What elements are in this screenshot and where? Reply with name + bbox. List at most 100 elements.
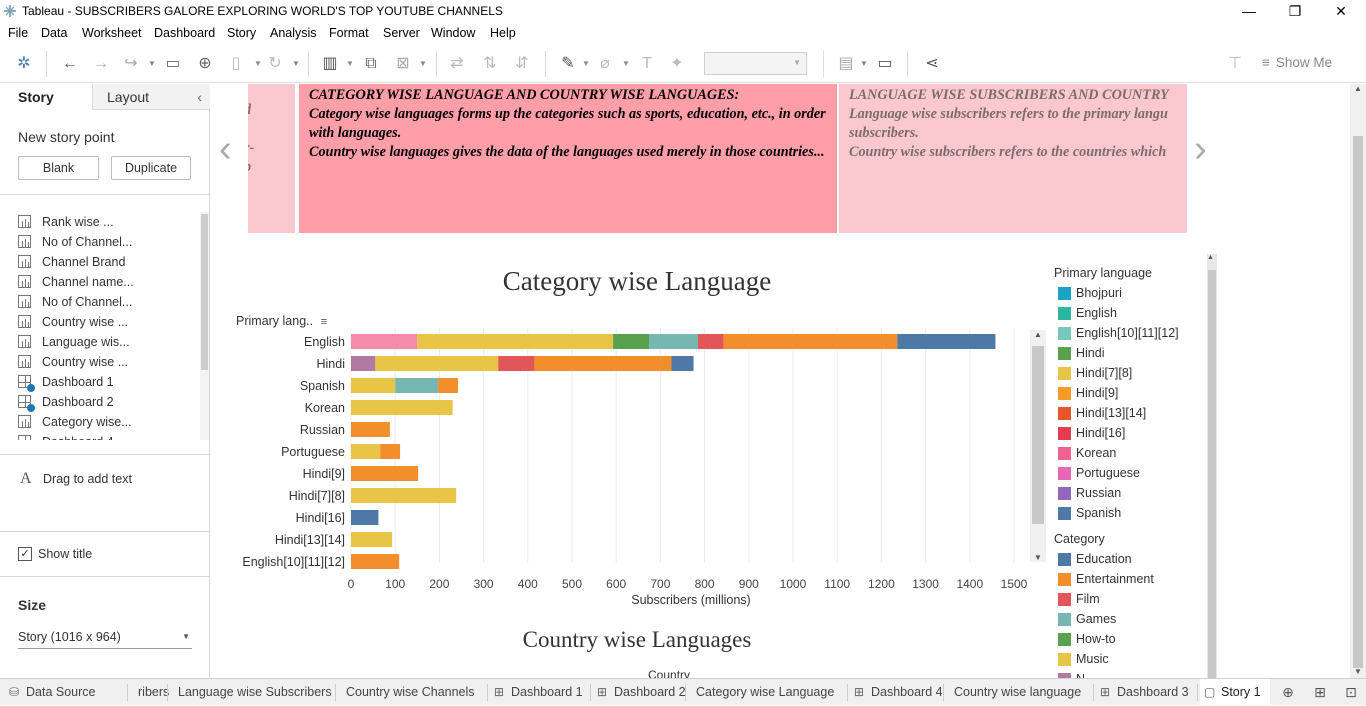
sheet-item[interactable]: Dashboard 4 bbox=[18, 432, 198, 440]
sheet-list-scrollbar[interactable] bbox=[200, 212, 209, 440]
sheet-tab[interactable]: Category wise Language bbox=[688, 679, 841, 706]
duplicate-sheet-icon[interactable]: ⧉ bbox=[361, 54, 381, 74]
sort-descending-icon[interactable]: ⇵ bbox=[512, 54, 532, 74]
duplicate-button[interactable]: Duplicate bbox=[111, 156, 191, 180]
pause-dropdown-icon[interactable]: ▼ bbox=[254, 54, 262, 74]
sheet-item[interactable]: No of Channel... bbox=[18, 292, 198, 312]
legend-scroll-up-icon[interactable]: ▲ bbox=[1207, 254, 1214, 261]
show-mark-labels-icon[interactable]: T bbox=[637, 54, 657, 74]
sheet-item[interactable]: Country wise ... bbox=[18, 312, 198, 332]
group-members-icon[interactable]: ⌀ bbox=[595, 54, 615, 74]
new-data-source-icon[interactable]: ⊕ bbox=[195, 54, 215, 74]
undo-icon[interactable]: ← bbox=[60, 54, 80, 74]
redo-icon[interactable]: → bbox=[91, 54, 111, 74]
size-select[interactable]: Story (1016 x 964) ▼ bbox=[18, 627, 192, 649]
restore-button[interactable]: ❐ bbox=[1272, 0, 1318, 23]
sheet-item[interactable]: Language wis... bbox=[18, 332, 198, 352]
refresh-icon[interactable]: ↻ bbox=[265, 54, 285, 74]
tableau-logo-icon bbox=[4, 5, 16, 17]
replay-icon[interactable]: ↪ bbox=[121, 54, 141, 74]
show-me-button[interactable]: ≡ Show Me bbox=[1262, 55, 1332, 75]
page-vertical-scrollbar[interactable]: ▲ ▼ bbox=[1350, 84, 1366, 678]
blank-button[interactable]: Blank bbox=[18, 156, 99, 180]
legend-label: Hindi[16] bbox=[1076, 426, 1126, 440]
sheet-tab[interactable]: ⊞ Dashboard 2 bbox=[593, 679, 686, 706]
legend-swatch bbox=[1058, 307, 1071, 320]
swap-rows-columns-icon[interactable]: ⇄ bbox=[447, 54, 467, 74]
clear-dropdown-icon[interactable]: ▼ bbox=[419, 54, 427, 74]
legend-label: Education bbox=[1076, 552, 1132, 566]
tab-layout[interactable]: Layout ‹ bbox=[92, 84, 210, 110]
scroll-thumb[interactable] bbox=[201, 214, 208, 370]
sheet-tab[interactable]: ⛁ Data Source bbox=[5, 679, 120, 706]
sheet-item[interactable]: Channel Brand bbox=[18, 252, 198, 272]
sheet-item[interactable]: Dashboard 2 bbox=[18, 392, 198, 412]
new-worksheet-tab-icon[interactable]: ⊕ bbox=[1279, 683, 1297, 701]
pause-updates-icon[interactable]: ▯ bbox=[226, 54, 246, 74]
show-cards-icon[interactable]: ▤ bbox=[836, 54, 856, 74]
clear-sheet-icon[interactable]: ⊠ bbox=[393, 54, 413, 74]
replay-dropdown-icon[interactable]: ▼ bbox=[148, 54, 156, 74]
menu-story[interactable]: Story bbox=[227, 26, 256, 40]
sheet-item[interactable]: Rank wise ... bbox=[18, 212, 198, 232]
highlight-dropdown-icon[interactable]: ▼ bbox=[582, 54, 590, 74]
save-icon[interactable]: ▭ bbox=[163, 54, 183, 74]
toolbar-separator bbox=[823, 51, 824, 77]
sheet-tab[interactable]: Country wise Channels bbox=[338, 679, 481, 706]
toolbar-separator bbox=[46, 51, 47, 77]
menu-server[interactable]: Server bbox=[383, 26, 420, 40]
sheet-tab[interactable]: Country wise language bbox=[946, 679, 1091, 706]
menu-dashboard[interactable]: Dashboard bbox=[154, 26, 215, 40]
sheet-tab[interactable]: ⊞ Dashboard 3 bbox=[1096, 679, 1193, 706]
share-icon[interactable]: ⋖ bbox=[922, 54, 942, 74]
menu-data[interactable]: Data bbox=[41, 26, 67, 40]
menu-help[interactable]: Help bbox=[490, 26, 516, 40]
format-painter-icon[interactable]: ⊤ bbox=[1225, 54, 1245, 74]
legend-scrollbar[interactable]: ▲ bbox=[1207, 254, 1217, 678]
new-dashboard-tab-icon[interactable]: ⊞ bbox=[1311, 683, 1329, 701]
sheet-tab[interactable]: ⊞ Dashboard 4 bbox=[850, 679, 943, 706]
toolbar-separator bbox=[545, 51, 546, 77]
sheet-tab[interactable]: ribers bbox=[130, 679, 170, 706]
sheet-tab[interactable]: Language wise Subscribers bbox=[170, 679, 332, 706]
new-worksheet-dropdown-icon[interactable]: ▼ bbox=[346, 54, 354, 74]
legend-scroll-thumb[interactable] bbox=[1208, 270, 1216, 678]
menu-file[interactable]: File bbox=[8, 26, 28, 40]
menu-format[interactable]: Format bbox=[329, 26, 369, 40]
drag-to-add-text[interactable]: Drag to add text bbox=[43, 472, 132, 486]
sheet-item[interactable]: No of Channel... bbox=[18, 232, 198, 252]
minimize-button[interactable]: — bbox=[1226, 0, 1272, 23]
page-scroll-up-icon[interactable]: ▲ bbox=[1350, 84, 1366, 93]
tableau-home-icon[interactable]: ✲ bbox=[14, 54, 34, 74]
sort-ascending-icon[interactable]: ⇅ bbox=[480, 54, 500, 74]
menu-worksheet[interactable]: Worksheet bbox=[82, 26, 142, 40]
dashboard-icon: ⊞ bbox=[1100, 685, 1111, 699]
refresh-dropdown-icon[interactable]: ▼ bbox=[292, 54, 300, 74]
legend-label: Spanish bbox=[1076, 506, 1122, 520]
fit-select[interactable]: ▼ bbox=[704, 52, 807, 75]
collapse-sidebar-icon[interactable]: ‹ bbox=[197, 84, 202, 110]
sheet-item[interactable]: Category wise... bbox=[18, 412, 198, 432]
show-title-checkbox[interactable]: ✓ bbox=[18, 547, 32, 561]
menu-window[interactable]: Window bbox=[431, 26, 475, 40]
new-story-tab-icon[interactable]: ⊡ bbox=[1342, 683, 1360, 701]
sheet-item-label: Dashboard 2 bbox=[42, 395, 114, 409]
sheet-tab[interactable]: ▢ Story 1 bbox=[1200, 679, 1270, 706]
sheet-item[interactable]: Country wise ... bbox=[18, 352, 198, 372]
close-button[interactable]: ✕ bbox=[1318, 0, 1364, 23]
fix-axes-icon[interactable]: ✦ bbox=[667, 54, 687, 74]
tab-story[interactable]: Story bbox=[0, 84, 92, 110]
sheet-item-label: Dashboard 4 bbox=[42, 435, 114, 440]
page-scroll-thumb[interactable] bbox=[1353, 136, 1363, 668]
new-worksheet-icon[interactable]: ▥ bbox=[320, 54, 340, 74]
group-dropdown-icon[interactable]: ▼ bbox=[622, 54, 630, 74]
menu-analysis[interactable]: Analysis bbox=[270, 26, 317, 40]
sheet-item[interactable]: Channel name... bbox=[18, 272, 198, 292]
page-scroll-down-icon[interactable]: ▼ bbox=[1350, 667, 1366, 676]
presentation-mode-icon[interactable]: ▭ bbox=[875, 54, 895, 74]
highlight-icon[interactable]: ✎ bbox=[558, 54, 578, 74]
sheet-item[interactable]: Dashboard 1 bbox=[18, 372, 198, 392]
sheet-tab[interactable]: ⊞ Dashboard 1 bbox=[490, 679, 585, 706]
legend-label: Korean bbox=[1076, 446, 1117, 460]
cards-dropdown-icon[interactable]: ▼ bbox=[860, 54, 868, 74]
